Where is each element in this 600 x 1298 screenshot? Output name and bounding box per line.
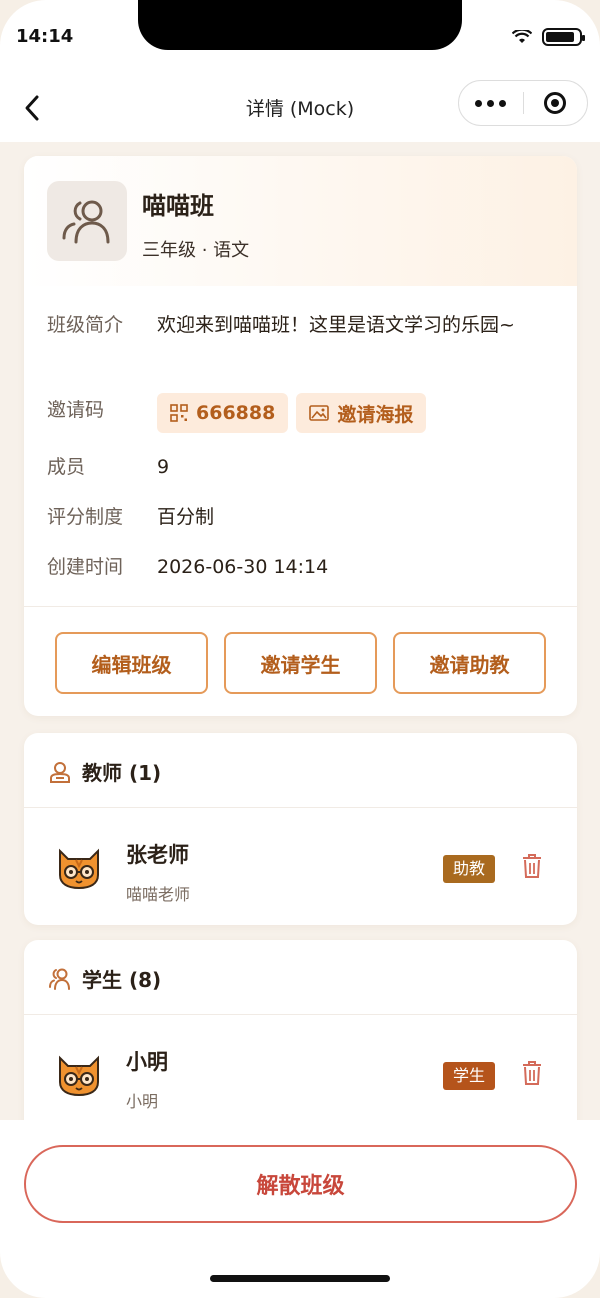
teachers-card: 教师 (1) 张老师 喵喵老师 助教 [24,733,577,925]
teacher-row[interactable]: 张老师 喵喵老师 助教 [24,811,577,921]
close-capsule-button[interactable] [524,92,588,114]
group-avatar-icon [62,200,110,244]
students-title: 学生 (8) [82,968,162,992]
trash-icon[interactable] [521,1060,543,1086]
members-label: 成员 [47,456,86,478]
image-icon [309,405,330,421]
invite-poster-chip[interactable]: 邀请海报 [296,393,427,433]
students-icon [49,968,70,990]
invite-label: 邀请码 [47,399,105,421]
battery-icon [542,28,585,46]
students-header: 学生 (8) [48,964,161,993]
nav-bar: 详情 (Mock) [0,70,600,142]
phone-screen: 14:14 详情 (Mock) 喵喵班 三年级 · 语文 班级简介 欢迎来到喵喵… [0,0,600,1298]
created-label: 创建时间 [47,556,124,578]
cat-avatar-icon [59,848,99,890]
class-name: 喵喵班 [142,192,214,220]
invite-chips: 666888 邀请海报 [157,393,434,433]
members-row: 成员 9 [47,450,554,484]
members-value: 9 [157,456,170,478]
student-row[interactable]: 小明 小明 学生 [24,1018,577,1128]
intro-label: 班级简介 [47,314,124,336]
dissolve-class-button[interactable]: 解散班级 [24,1145,577,1223]
role-badge-assistant: 助教 [442,855,495,883]
target-icon [544,92,567,114]
wifi-icon [512,30,532,43]
invite-code-chip[interactable]: 666888 [157,393,289,433]
student-nickname: 小明 [126,1092,159,1111]
invite-poster-label: 邀请海报 [337,403,414,426]
student-name: 小明 [126,1050,168,1074]
more-dots-icon[interactable] [459,99,523,107]
created-value: 2026-06-30 14:14 [157,556,329,578]
teacher-nickname: 喵喵老师 [126,885,191,904]
bottom-action-bar: 解散班级 [0,1120,600,1298]
mini-program-capsule [458,80,588,126]
intro-row: 班级简介 欢迎来到喵喵班！这里是语文学习的乐园~ [47,308,554,342]
divider [24,807,577,808]
status-bar: 14:14 [0,0,600,70]
status-time: 14:14 [16,26,74,47]
created-row: 创建时间 2026-06-30 14:14 [47,550,554,584]
notch [138,0,462,50]
teacher-name: 张老师 [126,843,189,867]
teachers-header: 教师 (1) [48,757,161,786]
class-grade-subject: 三年级 · 语文 [142,240,250,261]
divider [24,606,577,607]
trash-icon[interactable] [521,853,543,879]
divider [24,1014,577,1015]
edit-class-button[interactable]: 编辑班级 [55,632,208,694]
class-info-card: 喵喵班 三年级 · 语文 班级简介 欢迎来到喵喵班！这里是语文学习的乐园~ 邀请… [24,156,577,716]
grading-label: 评分制度 [47,506,124,528]
role-badge-student: 学生 [442,1062,495,1090]
invite-row: 邀请码 666888 邀请海报 [47,393,554,433]
system-icons [512,28,585,46]
invite-assistant-button[interactable]: 邀请助教 [393,632,546,694]
cat-avatar-icon [59,1055,99,1097]
grading-row: 评分制度 百分制 [47,500,554,534]
class-avatar [47,181,127,261]
class-header: 喵喵班 三年级 · 语文 [24,156,577,286]
teacher-icon [50,761,70,783]
grading-value: 百分制 [157,506,215,528]
intro-value: 欢迎来到喵喵班！这里是语文学习的乐园~ [157,314,515,336]
invite-student-button[interactable]: 邀请学生 [224,632,377,694]
qr-code-icon [170,404,188,422]
invite-code: 666888 [196,402,276,424]
teachers-title: 教师 (1) [82,761,162,785]
home-indicator [210,1275,390,1282]
